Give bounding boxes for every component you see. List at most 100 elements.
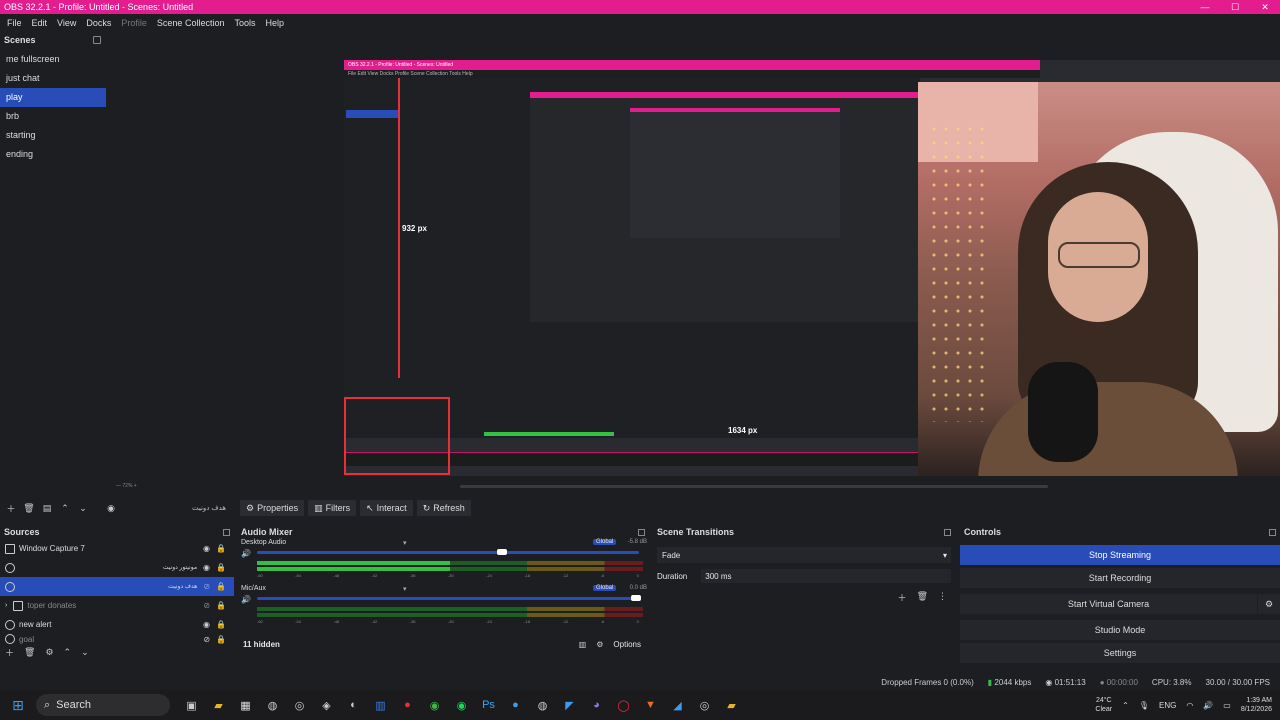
close-button[interactable]: ✕ [1250, 2, 1280, 13]
channel-menu-icon[interactable]: ▾ [403, 539, 407, 547]
lock-icon[interactable]: 🔒 [216, 544, 226, 553]
channel-menu-icon[interactable]: ▾ [403, 585, 407, 593]
menu-edit[interactable]: Edit [27, 18, 53, 28]
maximize-button[interactable]: ☐ [1220, 2, 1250, 13]
remove-scene-icon[interactable]: 🗑 [22, 501, 36, 515]
move-up-icon[interactable]: ⌃ [58, 501, 72, 515]
hidden-count[interactable]: 11 hidden [243, 640, 280, 649]
scene-item[interactable]: just chat [0, 69, 106, 88]
scene-item[interactable]: ending [0, 145, 106, 164]
app-icon[interactable]: ● [502, 690, 529, 720]
interact-button[interactable]: ↖ Interact [360, 500, 413, 516]
mic-icon[interactable]: 🎙 [1139, 701, 1149, 710]
eye-hidden-icon[interactable]: ⊘ [203, 582, 210, 591]
refresh-button[interactable]: ↻ Refresh [416, 500, 471, 516]
app-icon[interactable]: ◈ [313, 690, 340, 720]
move-down-icon[interactable]: ⌄ [81, 647, 89, 658]
source-row-active[interactable]: هدف دونیت ⊘ 🔒 [0, 577, 234, 596]
remove-transition-icon[interactable]: 🗑 [917, 591, 928, 604]
transition-select[interactable]: Fade ▾ [657, 547, 951, 563]
move-down-icon[interactable]: ⌄ [76, 501, 90, 515]
undock-icon[interactable] [944, 528, 951, 536]
discord-icon[interactable]: ◕ [583, 690, 610, 720]
calculator-icon[interactable]: ▦ [232, 690, 259, 720]
volume-knob[interactable] [497, 549, 508, 555]
opera-icon[interactable]: ◯ [610, 690, 637, 720]
spotify-icon[interactable]: ◉ [448, 690, 475, 720]
lock-icon[interactable]: 🔒 [216, 563, 226, 572]
wifi-icon[interactable]: ◠ [1186, 701, 1193, 710]
virtual-camera-settings-icon[interactable]: ⚙ [1258, 594, 1280, 614]
lock-icon[interactable]: 🔒 [216, 635, 226, 644]
volume-slider[interactable] [257, 597, 639, 600]
add-scene-icon[interactable]: ＋ [4, 501, 18, 515]
scene-item[interactable]: brb [0, 107, 106, 126]
eye-icon[interactable]: ◉ [203, 563, 210, 572]
volume-knob[interactable] [631, 595, 641, 601]
preview-scrollbar[interactable] [460, 485, 1048, 488]
lock-icon[interactable]: 🔒 [216, 620, 226, 629]
volume-icon[interactable]: 🔊 [1203, 701, 1213, 710]
scene-item-active[interactable]: play [0, 88, 106, 107]
minimize-button[interactable]: — [1190, 2, 1220, 13]
lock-icon[interactable]: 🔒 [216, 582, 226, 591]
chrome-icon[interactable]: ◐ [340, 690, 367, 720]
layout-icon[interactable]: ▥ [579, 640, 587, 649]
filters-button[interactable]: ▥ Filters [308, 500, 357, 516]
undock-icon[interactable] [223, 528, 230, 536]
chevron-up-icon[interactable]: ⌃ [1122, 701, 1129, 710]
whatsapp-icon[interactable]: ◉ [421, 690, 448, 720]
eye-hidden-icon[interactable]: ⊘ [203, 635, 210, 644]
scene-filter-icon[interactable]: ▤ [40, 501, 54, 515]
undock-icon[interactable] [93, 36, 101, 44]
menu-tools[interactable]: Tools [229, 18, 260, 28]
obs-icon[interactable]: ◎ [691, 690, 718, 720]
lock-icon[interactable]: 🔒 [216, 601, 226, 610]
source-properties-icon[interactable]: ⚙ [45, 647, 53, 658]
eye-hidden-icon[interactable]: ⊘ [203, 601, 210, 610]
vscode-icon[interactable]: ◤ [556, 690, 583, 720]
speaker-icon[interactable]: 🔊 [241, 549, 251, 558]
move-up-icon[interactable]: ⌃ [64, 647, 72, 658]
selection-box[interactable] [344, 397, 450, 475]
start-recording-button[interactable]: Start Recording [960, 568, 1280, 588]
volume-slider[interactable] [257, 551, 639, 554]
source-row[interactable]: Window Capture 7 ◉ 🔒 [0, 539, 234, 558]
obs-icon[interactable]: ◎ [286, 690, 313, 720]
photoshop-icon[interactable]: Ps [475, 690, 502, 720]
brave-icon[interactable]: ▼ [637, 690, 664, 720]
windows-start-icon[interactable]: ⊞ [0, 690, 36, 720]
file-explorer-icon[interactable]: ▰ [205, 690, 232, 720]
source-row[interactable]: مونیتور دونیت ◉ 🔒 [0, 558, 234, 577]
task-view-icon[interactable]: ▣ [178, 690, 205, 720]
menu-view[interactable]: View [52, 18, 81, 28]
folder-icon[interactable]: ▰ [718, 690, 745, 720]
source-row[interactable]: new alert ◉ 🔒 [0, 615, 234, 634]
scene-item[interactable]: me fullscreen [0, 50, 106, 69]
eye-icon[interactable]: ◉ [203, 544, 210, 553]
more-icon[interactable]: ⋮ [938, 591, 947, 604]
app-icon[interactable]: ◢ [664, 690, 691, 720]
eye-icon[interactable]: ◉ [203, 620, 210, 629]
source-row[interactable]: › toper donates ⊘ 🔒 [0, 596, 234, 615]
undock-icon[interactable] [1269, 528, 1276, 536]
app-icon[interactable]: ◍ [529, 690, 556, 720]
menu-file[interactable]: File [2, 18, 27, 28]
expand-icon[interactable]: › [5, 602, 7, 609]
undock-icon[interactable] [638, 528, 645, 536]
taskbar-clock[interactable]: 1:39 AM 8/12/2026 [1241, 696, 1272, 714]
app-icon[interactable]: ◍ [259, 690, 286, 720]
properties-button[interactable]: ⚙ Properties [240, 500, 305, 516]
menu-profile[interactable]: Profile [116, 18, 152, 28]
taskbar-search[interactable]: ⌕ Search [36, 694, 170, 716]
settings-button[interactable]: Settings [960, 643, 1280, 663]
app-icon[interactable]: ● [394, 690, 421, 720]
scene-item[interactable]: starting [0, 126, 106, 145]
gear-icon[interactable]: ⚙ [596, 640, 603, 649]
menu-scene-collection[interactable]: Scene Collection [152, 18, 230, 28]
weather-widget[interactable]: 24°C Clear [1095, 696, 1112, 714]
chart-app-icon[interactable]: ▥ [367, 690, 394, 720]
menu-help[interactable]: Help [260, 18, 289, 28]
language-indicator[interactable]: ENG [1159, 701, 1176, 710]
start-virtual-camera-button[interactable]: Start Virtual Camera [960, 594, 1257, 614]
